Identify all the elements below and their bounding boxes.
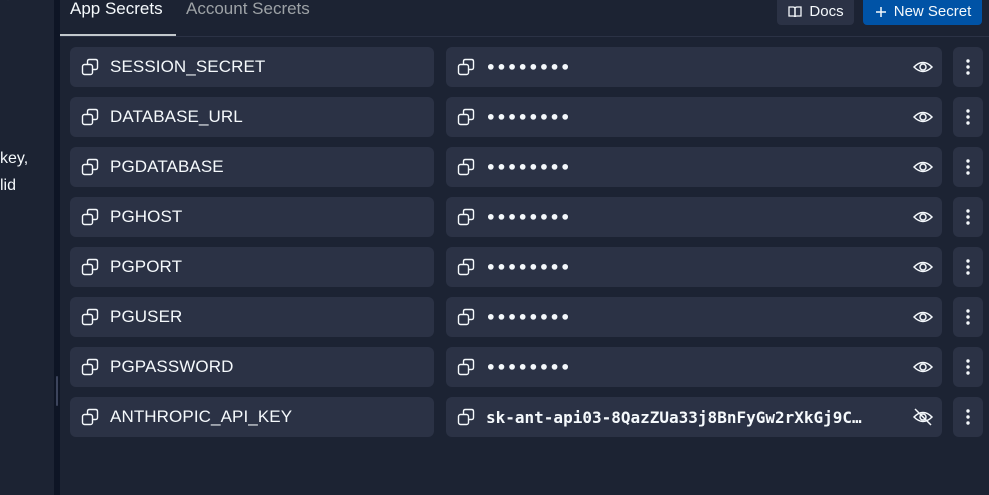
copy-icon[interactable] [456,107,476,127]
secret-key-field[interactable]: ANTHROPIC_API_KEY [70,397,434,437]
secret-value-field[interactable]: •••••••• [446,347,942,387]
docs-button[interactable]: Docs [777,0,854,25]
secret-row: DATABASE_URL •••••••• [70,97,988,137]
secret-value-text: sk-ant-api03-8QazZUa33j8BnFyGw2rXkGj9C… [486,407,862,427]
copy-icon[interactable] [80,107,100,127]
secret-value-text: •••••••• [486,157,572,177]
secret-key-label: PGHOST [110,207,183,226]
secret-row: SESSION_SECRET •••••••• [70,47,988,87]
new-secret-label: New Secret [893,3,972,20]
secret-row: ANTHROPIC_API_KEY sk-ant-api03-8QazZUa33… [70,397,988,437]
secret-key-label: PGPORT [110,257,183,276]
more-vertical-icon [965,358,971,376]
secret-value-field[interactable]: sk-ant-api03-8QazZUa33j8BnFyGw2rXkGj9C… [446,397,942,437]
more-options-button[interactable] [953,97,983,137]
secrets-panel: App Secrets Account Secrets Docs New Sec… [60,0,989,495]
more-vertical-icon [965,208,971,226]
plus-icon [874,5,888,19]
resize-handle[interactable] [56,376,58,406]
tabs-bar: App Secrets Account Secrets Docs New Sec… [60,0,989,37]
sidebar-icon-fragment [0,0,12,4]
secret-value-text: •••••••• [486,307,572,327]
copy-icon[interactable] [456,357,476,377]
secret-key-field[interactable]: PGUSER [70,297,434,337]
tab-app-secrets[interactable]: App Secrets [60,0,176,36]
secret-value-field[interactable]: •••••••• [446,247,942,287]
copy-icon[interactable] [80,407,100,427]
eye-icon[interactable] [912,356,934,378]
more-options-button[interactable] [953,347,983,387]
copy-icon[interactable] [456,57,476,77]
secret-value-text: •••••••• [486,57,572,77]
eye-icon[interactable] [912,306,934,328]
secret-row: PGPORT •••••••• [70,247,988,287]
more-options-button[interactable] [953,47,983,87]
copy-icon[interactable] [80,157,100,177]
more-options-button[interactable] [953,397,983,437]
secret-value-text: •••••••• [486,107,572,127]
more-options-button[interactable] [953,147,983,187]
secret-key-field[interactable]: PGDATABASE [70,147,434,187]
secret-row: PGUSER •••••••• [70,297,988,337]
copy-icon[interactable] [80,307,100,327]
secret-key-field[interactable]: PGPORT [70,247,434,287]
secret-key-label: PGPASSWORD [110,357,234,376]
secret-value-field[interactable]: •••••••• [446,197,942,237]
more-options-button[interactable] [953,197,983,237]
secret-key-label: PGUSER [110,307,183,326]
left-panel: key, lid [0,0,54,495]
more-vertical-icon [965,408,971,426]
sidebar-text-fragment: lid [0,177,17,194]
secret-key-field[interactable]: PGHOST [70,197,434,237]
secret-key-field[interactable]: DATABASE_URL [70,97,434,137]
eye-icon[interactable] [912,156,934,178]
copy-icon[interactable] [456,407,476,427]
more-vertical-icon [965,308,971,326]
eye-icon[interactable] [912,56,934,78]
secret-row: PGHOST •••••••• [70,197,988,237]
copy-icon[interactable] [80,257,100,277]
more-vertical-icon [965,58,971,76]
eye-off-icon[interactable] [912,406,934,428]
eye-icon[interactable] [912,206,934,228]
more-vertical-icon [965,258,971,276]
secret-value-text: •••••••• [486,207,572,227]
eye-icon[interactable] [912,256,934,278]
secret-value-field[interactable]: •••••••• [446,147,942,187]
copy-icon[interactable] [456,207,476,227]
secret-value-text: •••••••• [486,257,572,277]
secret-key-field[interactable]: PGPASSWORD [70,347,434,387]
secret-key-field[interactable]: SESSION_SECRET [70,47,434,87]
secret-value-field[interactable]: •••••••• [446,297,942,337]
more-vertical-icon [965,158,971,176]
copy-icon[interactable] [456,157,476,177]
more-vertical-icon [965,108,971,126]
secret-value-text: •••••••• [486,357,572,377]
copy-icon[interactable] [80,357,100,377]
secret-value-field[interactable]: •••••••• [446,97,942,137]
secret-key-label: SESSION_SECRET [110,57,266,76]
copy-icon[interactable] [80,207,100,227]
secret-value-field[interactable]: •••••••• [446,47,942,87]
new-secret-button[interactable]: New Secret [863,0,982,25]
copy-icon[interactable] [80,57,100,77]
secret-row: PGDATABASE •••••••• [70,147,988,187]
eye-icon[interactable] [912,106,934,128]
sidebar-text-fragment: key, [0,150,29,167]
copy-icon[interactable] [456,257,476,277]
secret-row: PGPASSWORD •••••••• [70,347,988,387]
secret-key-label: PGDATABASE [110,157,224,176]
docs-label: Docs [809,3,844,20]
more-options-button[interactable] [953,297,983,337]
secret-key-label: DATABASE_URL [110,107,243,126]
more-options-button[interactable] [953,247,983,287]
tab-account-secrets[interactable]: Account Secrets [176,0,320,36]
book-icon [787,4,803,20]
secret-key-label: ANTHROPIC_API_KEY [110,407,293,426]
copy-icon[interactable] [456,307,476,327]
